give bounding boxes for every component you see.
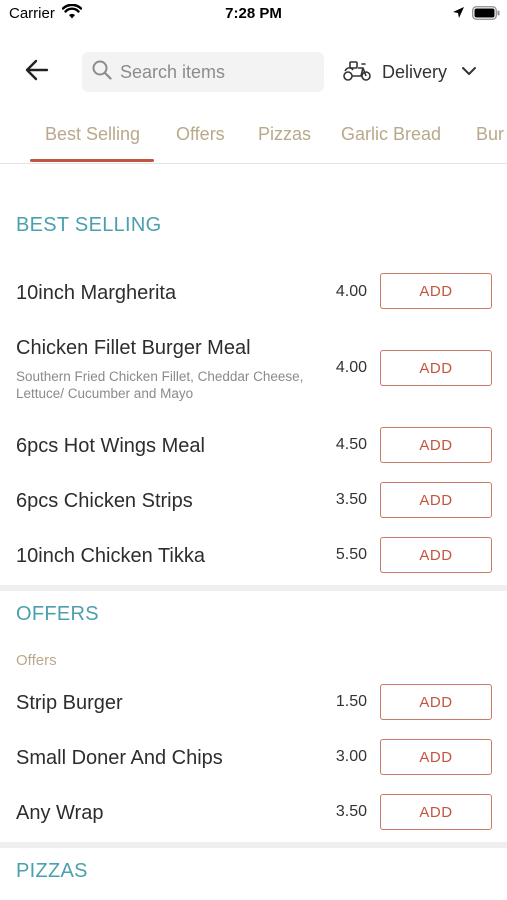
add-button[interactable]: ADD	[380, 684, 492, 720]
menu-item-name: Strip Burger	[16, 692, 123, 714]
add-button[interactable]: ADD	[380, 427, 492, 463]
menu-item-price: 5.50	[335, 546, 367, 563]
menu-item-name: Any Wrap	[16, 802, 104, 824]
active-tab-indicator	[30, 159, 154, 162]
menu-item-description: Southern Fried Chicken Fillet, Cheddar C…	[16, 369, 304, 401]
menu-item-price: 4.50	[335, 436, 367, 453]
menu-item-price: 4.00	[335, 283, 367, 300]
back-button[interactable]	[20, 56, 54, 88]
section-title-pizzas: PIZZAS	[16, 860, 88, 882]
delivery-mode-dropdown[interactable]: Delivery	[342, 54, 492, 90]
menu-item-name: 6pcs Hot Wings Meal	[16, 435, 205, 457]
category-tabs: Best Selling Offers Pizzas Garlic Bread …	[0, 112, 507, 164]
add-button[interactable]: ADD	[380, 273, 492, 309]
section-title-best-selling: BEST SELLING	[16, 214, 162, 236]
menu-item-price: 3.00	[335, 748, 367, 765]
add-button[interactable]: ADD	[380, 350, 492, 386]
status-bar: Carrier 7:28 PM	[0, 0, 507, 28]
add-button[interactable]: ADD	[380, 537, 492, 573]
tab-garlic-bread[interactable]: Garlic Bread	[341, 124, 441, 145]
menu-item-price: 3.50	[335, 803, 367, 820]
section-divider	[0, 585, 507, 591]
section-title-offers: OFFERS	[16, 603, 99, 625]
location-arrow-icon	[452, 6, 465, 24]
menu-item-price: 4.00	[335, 359, 367, 376]
menu-item-name: 10inch Margherita	[16, 282, 177, 304]
tab-offers[interactable]: Offers	[176, 124, 225, 145]
status-time: 7:28 PM	[225, 5, 282, 22]
battery-icon	[472, 6, 500, 25]
delivery-label: Delivery	[382, 61, 448, 82]
menu-item-price: 1.50	[335, 693, 367, 710]
chevron-down-icon	[461, 63, 477, 81]
tab-burgers[interactable]: Bur	[476, 124, 504, 145]
menu-item-name: 10inch Chicken Tikka	[16, 545, 205, 567]
section-subtitle-offers: Offers	[16, 652, 57, 669]
header: Delivery	[0, 44, 507, 100]
menu-item-name: Chicken Fillet Burger Meal	[16, 337, 251, 359]
arrow-left-icon	[25, 59, 49, 86]
search-icon	[92, 60, 112, 85]
menu-item-price: 3.50	[335, 491, 367, 508]
menu-item-name: Small Doner And Chips	[16, 747, 223, 769]
menu-item-name: 6pcs Chicken Strips	[16, 490, 193, 512]
add-button[interactable]: ADD	[380, 482, 492, 518]
search-box[interactable]	[82, 52, 324, 92]
section-divider	[0, 842, 507, 848]
search-input[interactable]	[120, 61, 310, 83]
tab-best-selling[interactable]: Best Selling	[45, 124, 140, 145]
tab-pizzas[interactable]: Pizzas	[258, 124, 311, 145]
add-button[interactable]: ADD	[380, 739, 492, 775]
delivery-scooter-icon	[342, 58, 372, 87]
add-button[interactable]: ADD	[380, 794, 492, 830]
